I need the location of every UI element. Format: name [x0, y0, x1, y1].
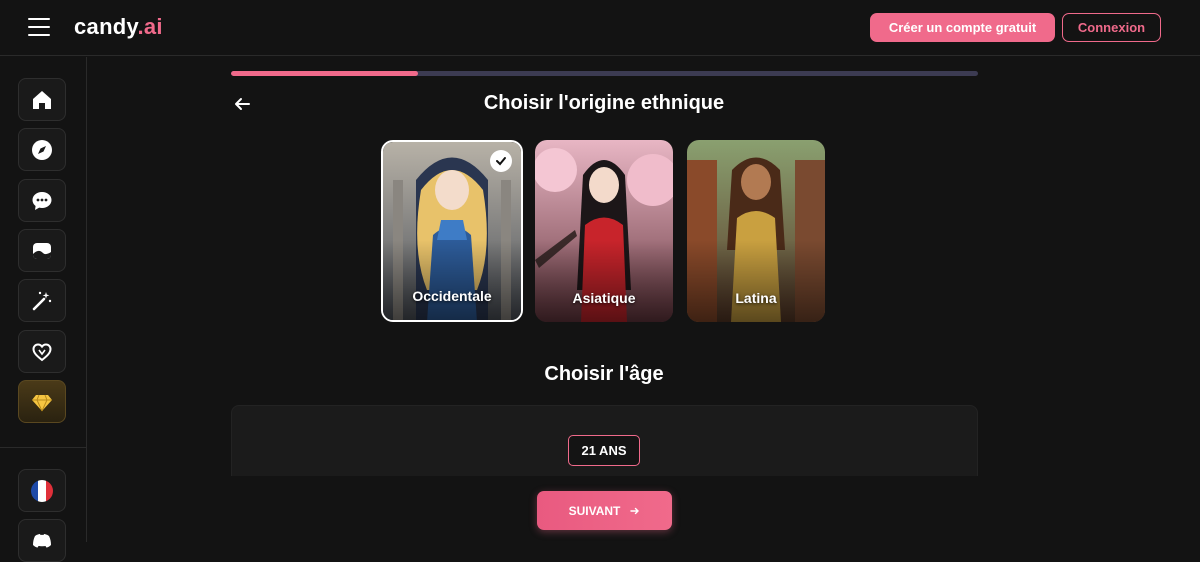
- logo[interactable]: candy.ai: [74, 14, 163, 40]
- age-section-title: Choisir l'âge: [544, 363, 664, 385]
- diamond-icon: [32, 394, 52, 411]
- sidebar-item-gallery[interactable]: [18, 229, 66, 272]
- sidebar-divider: [0, 447, 86, 448]
- step-progress-fill: [231, 71, 418, 76]
- age-value-badge: 21 ANS: [568, 435, 640, 466]
- ethnicity-card-latina[interactable]: Latina: [687, 140, 825, 322]
- sidebar-item-explore[interactable]: [18, 128, 66, 171]
- heart-hands-icon: [32, 342, 52, 361]
- sidebar-item-generate[interactable]: [18, 279, 66, 322]
- discord-icon: [33, 533, 51, 548]
- login-button[interactable]: Connexion: [1062, 13, 1161, 42]
- selected-check-icon: [490, 150, 512, 172]
- sidebar-item-favorites[interactable]: [18, 330, 66, 373]
- ethnicity-card-asiatique[interactable]: Asiatique: [535, 140, 673, 322]
- top-bar: candy.ai Créer un compte gratuit Connexi…: [0, 0, 1200, 56]
- flag-fr-icon: [31, 479, 53, 502]
- sidebar-item-language[interactable]: [18, 469, 66, 512]
- hamburger-menu-icon[interactable]: [28, 18, 52, 38]
- step-progress-bar: [231, 71, 978, 76]
- sidebar: [0, 57, 87, 562]
- gallery-icon: [33, 242, 51, 259]
- home-icon: [33, 90, 51, 109]
- ethnicity-label: Latina: [735, 290, 777, 306]
- chat-icon: [32, 191, 52, 210]
- sidebar-item-chat[interactable]: [18, 179, 66, 222]
- sidebar-item-premium[interactable]: [18, 380, 66, 423]
- magic-wand-icon: [32, 291, 52, 310]
- sidebar-item-home[interactable]: [18, 78, 66, 121]
- ethnicity-label: Occidentale: [412, 288, 492, 304]
- logo-accent: .ai: [137, 14, 163, 39]
- ethnicity-label: Asiatique: [572, 290, 636, 306]
- signup-button[interactable]: Créer un compte gratuit: [870, 13, 1055, 42]
- page-title: Choisir l'origine ethnique: [483, 92, 725, 114]
- arrow-right-icon: [630, 507, 640, 514]
- back-arrow-icon[interactable]: [232, 94, 252, 114]
- logo-text: candy: [74, 14, 138, 39]
- next-button-label: SUIVANT: [568, 503, 621, 518]
- sidebar-item-discord[interactable]: [18, 519, 66, 562]
- ethnicity-card-occidentale[interactable]: Occidentale: [381, 140, 523, 322]
- next-button[interactable]: SUIVANT: [537, 491, 672, 530]
- compass-icon: [32, 139, 52, 160]
